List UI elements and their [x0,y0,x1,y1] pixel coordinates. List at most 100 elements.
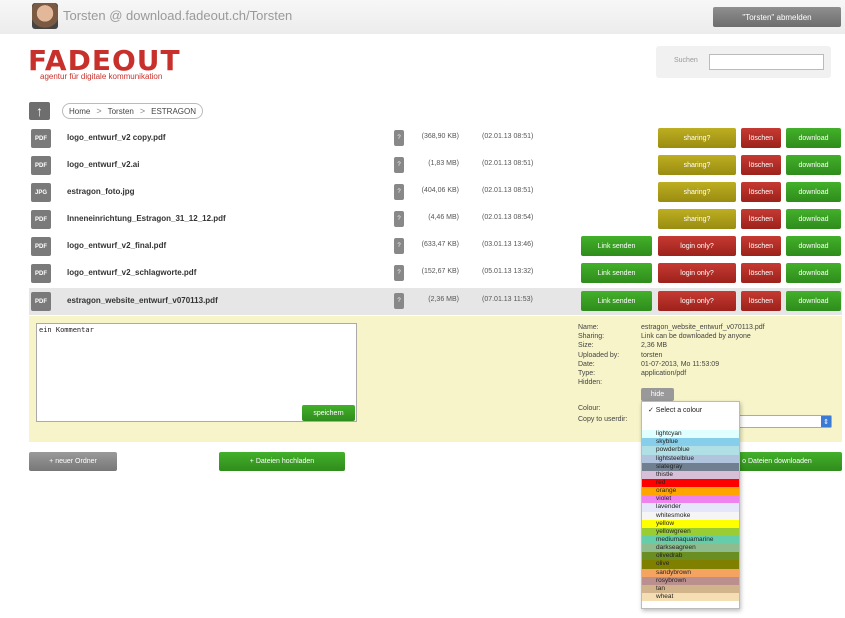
info-button[interactable]: ? [394,265,404,281]
login-only-button[interactable]: login only? [658,263,736,283]
file-name[interactable]: logo_entwurf_v2 copy.pdf [67,133,166,142]
file-name[interactable]: logo_entwurf_v2_schlagworte.pdf [67,268,196,277]
new-folder-button[interactable]: + neuer Ordner [29,452,117,471]
sharing-button[interactable]: sharing? [658,128,736,148]
file-name[interactable]: Inneneinrichtung_Estragon_31_12_12.pdf [67,214,226,223]
breadcrumb-torsten[interactable]: Torsten [108,107,134,116]
colour-option[interactable]: tan [642,584,739,593]
meta-value: torsten [641,351,663,359]
upload-button[interactable]: + Dateien hochladen [219,452,345,471]
meta-value: 01-07-2013, Mo 11:53:09 [641,360,720,368]
file-row[interactable]: PDF Inneneinrichtung_Estragon_31_12_12.pd… [29,206,842,233]
colour-option[interactable]: lavender [642,503,739,512]
delete-button[interactable]: löschen [741,155,781,175]
info-button[interactable]: ? [394,157,404,173]
file-date: (07.01.13 11:53) [482,296,533,303]
download-button[interactable]: download [786,291,841,311]
file-row[interactable]: PDF logo_entwurf_v2_final.pdf? (633,47 KB)… [29,233,842,260]
tagline: agentur für digitale kommunikation [40,72,163,81]
file-row[interactable]: PDF estragon_website_entwurf_v070113.pdf?… [29,288,842,315]
colour-option[interactable]: olive [642,560,739,569]
delete-button[interactable]: löschen [741,236,781,256]
file-row[interactable]: PDF logo_entwurf_v2.ai? (1,83 MB) (02.01.13… [29,152,842,179]
download-button[interactable]: download [786,236,841,256]
login-only-button[interactable]: login only? [658,236,736,256]
file-date: (02.01.13 08:51) [482,187,534,194]
meta-label: Uploaded by: [578,351,620,359]
colour-option[interactable]: olivedrab [642,552,739,561]
file-type-icon: PDF [31,264,51,283]
save-button[interactable]: speichern [302,405,355,421]
download-button[interactable]: download [786,155,841,175]
search-input[interactable] [709,54,824,70]
file-name[interactable]: logo_entwurf_v2_final.pdf [67,241,166,250]
download-button[interactable]: download [786,263,841,283]
file-date: (03.01.13 13:46) [482,241,534,248]
send-link-button[interactable]: Link senden [581,291,652,311]
send-link-button[interactable]: Link senden [581,236,652,256]
logout-button[interactable]: "Torsten" abmelden [713,7,841,27]
download-button[interactable]: download [786,128,841,148]
colour-dropdown[interactable]: ✓ Select a colour lightcyan skyblue powder… [641,401,740,609]
copy-userdir-select[interactable]: ⇕ [734,415,832,428]
info-button[interactable]: ? [394,293,404,309]
delete-button[interactable]: löschen [741,291,781,311]
colour-option[interactable] [642,422,739,431]
file-type-icon: PDF [31,237,51,256]
select-arrow-icon: ⇕ [821,416,831,427]
colour-option[interactable]: darkseagreen [642,544,739,553]
colour-option[interactable]: skyblue [642,438,739,447]
file-row[interactable]: PDF logo_entwurf_v2 copy.pdf? (368,90 KB) (… [29,125,842,152]
file-type-icon: PDF [31,210,51,229]
file-date: (02.01.13 08:54) [482,214,534,221]
file-row[interactable]: PDF logo_entwurf_v2_schlagworte.pdf? (152,… [29,260,842,287]
colour-option[interactable]: sandybrown [642,568,739,577]
colour-option[interactable]: wheat [642,592,739,602]
send-link-button[interactable]: Link senden [581,263,652,283]
colour-option[interactable]: thistle [642,470,739,479]
delete-button[interactable]: löschen [741,209,781,229]
file-size: (2,36 MB) [428,296,459,303]
download-button[interactable]: download [786,209,841,229]
colour-option[interactable]: slategray [642,462,739,471]
colour-option[interactable]: red [642,478,739,488]
file-name[interactable]: estragon_foto.jpg [67,187,135,196]
colour-option[interactable]: lightcyan [642,430,739,439]
login-only-button[interactable]: login only? [658,291,736,311]
file-name[interactable]: logo_entwurf_v2.ai [67,160,139,169]
download-button[interactable]: download [786,182,841,202]
info-button[interactable]: ? [394,130,404,146]
colour-option[interactable]: rosybrown [642,576,739,585]
info-button[interactable]: ? [394,238,404,254]
sharing-button[interactable]: sharing? [658,182,736,202]
colour-option[interactable]: powderblue [642,446,739,455]
file-size: (4,46 MB) [428,214,459,221]
file-type-icon: PDF [31,292,51,311]
colour-option[interactable]: yellowgreen [642,527,739,536]
colour-option[interactable]: violet [642,495,739,504]
colour-options: lightcyan skyblue powderblue lightsteelblue… [642,422,739,602]
info-button[interactable]: ? [394,184,404,200]
breadcrumb-home[interactable]: Home [69,107,90,116]
delete-button[interactable]: löschen [741,128,781,148]
sharing-button[interactable]: sharing? [658,155,736,175]
search-label: Suchen [674,57,698,64]
file-row[interactable]: JPG estragon_foto.jpg? (404,06 KB) (02.01.1… [29,179,842,206]
colour-option[interactable]: mediumaquamarine [642,535,739,545]
delete-button[interactable]: löschen [741,263,781,283]
arrow-up-icon[interactable]: ↑ [29,102,50,120]
info-button[interactable]: ? [394,211,404,227]
hide-button[interactable]: hide [641,388,674,401]
colour-option[interactable]: lightsteelblue [642,454,739,463]
colour-dropdown-selected[interactable]: ✓ Select a colour [642,402,739,422]
colour-option[interactable]: yellow [642,519,739,528]
meta-label: Sharing: [578,333,605,341]
search-box: Suchen [656,46,831,78]
colour-option[interactable]: orange [642,487,739,496]
sharing-button[interactable]: sharing? [658,209,736,229]
file-name[interactable]: estragon_website_entwurf_v070113.pdf [67,296,218,305]
delete-button[interactable]: löschen [741,182,781,202]
breadcrumb-estragon[interactable]: ESTRAGON [151,107,196,116]
file-size: (633,47 KB) [421,241,459,248]
colour-option[interactable]: whitesmoke [642,511,739,520]
